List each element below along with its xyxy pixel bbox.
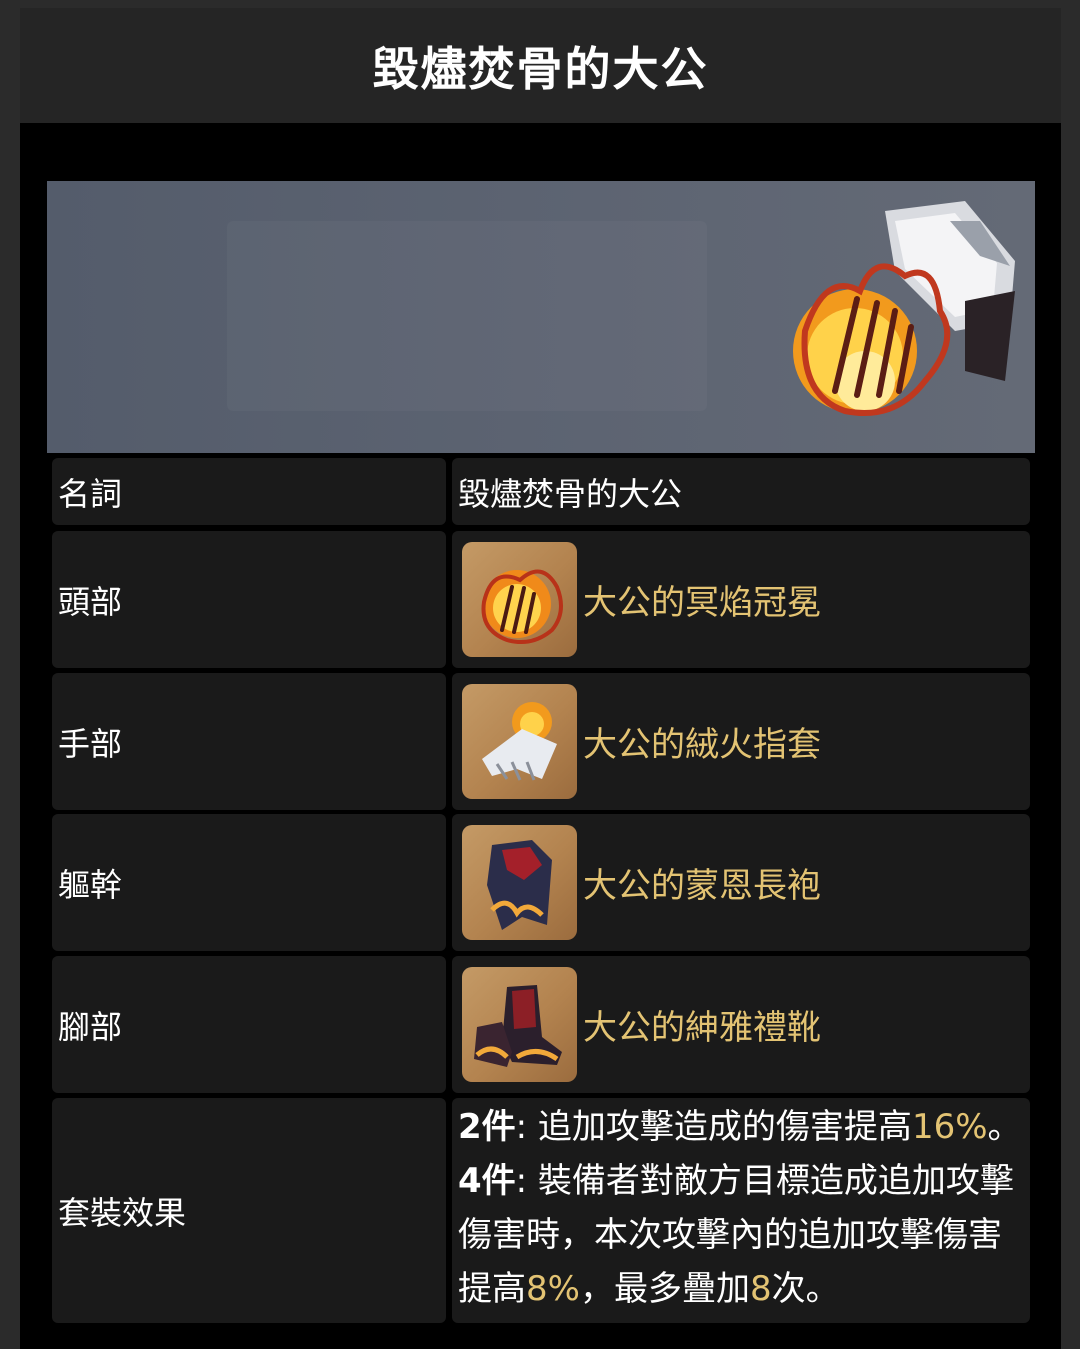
two-piece-label: 2件 (458, 1107, 516, 1147)
hands-item-link[interactable]: 大公的絨火指套 (583, 717, 821, 766)
set-effect-key: 套裝效果 (52, 1098, 446, 1323)
name-value-cell: 毀燼焚骨的大公 (452, 458, 1030, 525)
robe-icon[interactable] (462, 825, 577, 940)
set-name-value: 毀燼焚骨的大公 (458, 474, 683, 513)
set-effect-value-cell: 2件: 追加攻擊造成的傷害提高16%。 4件: 裝備者對敵方目標造成追加攻擊傷害… (452, 1098, 1030, 1323)
four-piece-value-a: 8% (526, 1269, 580, 1309)
head-key: 頭部 (52, 531, 446, 668)
table-row-body: 軀幹 大公的蒙恩長袍 (52, 814, 1030, 951)
relic-banner (47, 181, 1035, 453)
boots-icon[interactable] (462, 967, 577, 1082)
head-value-cell[interactable]: 大公的冥焰冠冕 (452, 531, 1030, 668)
table-row-set-effect: 套裝效果 2件: 追加攻擊造成的傷害提高16%。 4件: 裝備者對敵方目標造成追… (52, 1098, 1030, 1323)
two-piece-effect: 2件: 追加攻擊造成的傷害提高16%。 (458, 1107, 1022, 1147)
four-piece-effect: 4件: 裝備者對敵方目標造成追加攻擊傷害時，本次攻擊內的追加攻擊傷害提高8%，最… (458, 1161, 1014, 1309)
two-piece-value: 16% (911, 1107, 988, 1147)
feet-key: 腳部 (52, 956, 446, 1093)
head-item-link[interactable]: 大公的冥焰冠冕 (583, 575, 821, 624)
four-piece-label: 4件 (458, 1161, 516, 1201)
feet-item-link[interactable]: 大公的紳雅禮靴 (583, 1000, 821, 1049)
table-row-feet: 腳部 大公的紳雅禮靴 (52, 956, 1030, 1093)
table-row-head: 頭部 大公的冥焰冠冕 (52, 531, 1030, 668)
set-effect-text: 2件: 追加攻擊造成的傷害提高16%。 4件: 裝備者對敵方目標造成追加攻擊傷害… (458, 1098, 1024, 1316)
body-value-cell[interactable]: 大公的蒙恩長袍 (452, 814, 1030, 951)
crown-flame-icon[interactable] (462, 542, 577, 657)
relic-set-artwork (793, 201, 1015, 416)
body-item-link[interactable]: 大公的蒙恩長袍 (583, 858, 821, 907)
table-row-name: 名詞 毀燼焚骨的大公 (52, 458, 1030, 525)
page-header: 毀燼焚骨的大公 (20, 8, 1061, 123)
body-key: 軀幹 (52, 814, 446, 951)
four-piece-value-b: 8 (749, 1269, 772, 1309)
hands-key: 手部 (52, 673, 446, 810)
page-frame: 毀燼焚骨的大公 名詞 毀燼焚骨的大公 頭部 大公的冥焰冠冕 手部 大公的絨火指套… (20, 8, 1061, 1349)
page-title: 毀燼焚骨的大公 (372, 41, 709, 96)
gloves-flame-icon[interactable] (462, 684, 577, 799)
table-row-hands: 手部 大公的絨火指套 (52, 673, 1030, 810)
feet-value-cell[interactable]: 大公的紳雅禮靴 (452, 956, 1030, 1093)
name-key: 名詞 (52, 458, 446, 525)
hands-value-cell[interactable]: 大公的絨火指套 (452, 673, 1030, 810)
